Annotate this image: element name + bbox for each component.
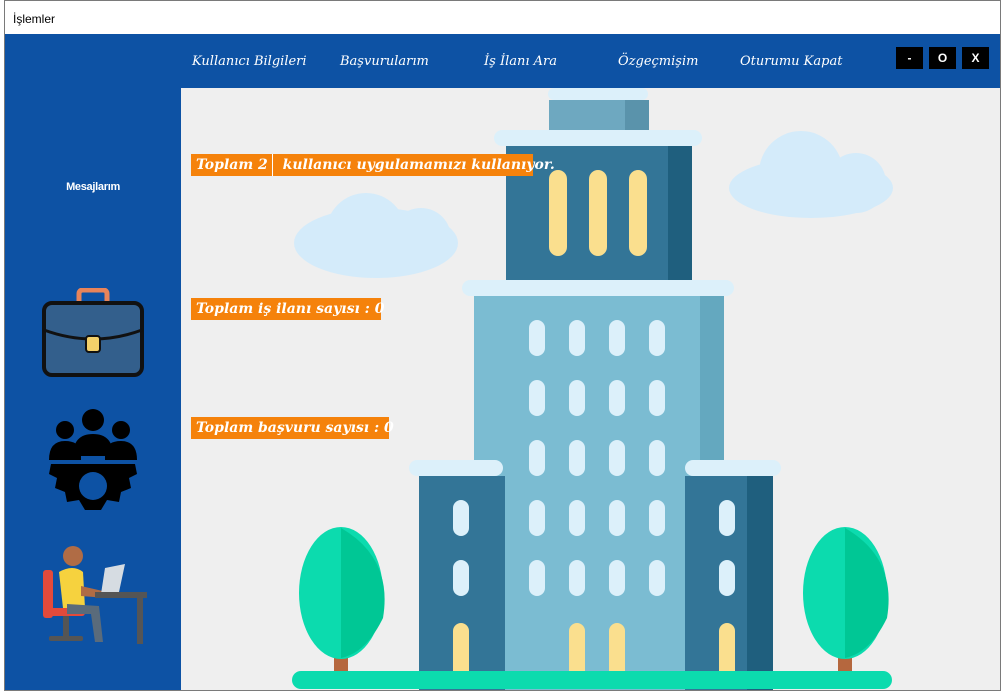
applications-count-stat: Toplam başvuru sayısı : 0 <box>191 417 394 439</box>
minimize-button[interactable]: - <box>896 47 923 69</box>
close-button[interactable]: X <box>962 47 989 69</box>
top-navigation: Kullanıcı Bilgileri Başvurularım İş İlan… <box>5 34 1000 88</box>
cloud-left <box>294 193 458 278</box>
person-at-desk-icon[interactable] <box>37 542 149 650</box>
nav-my-resume[interactable]: Özgeçmişim <box>618 54 698 69</box>
app-window: İşlemler Kullanıcı Bilgileri Başvuruları… <box>4 0 1001 691</box>
team-settings-icon[interactable] <box>43 408 143 512</box>
title-bar: İşlemler <box>5 1 1000 34</box>
users-count-prefix: Toplam 2 <box>191 154 273 176</box>
nav-logout[interactable]: Oturumu Kapat <box>740 54 842 69</box>
nav-job-search[interactable]: İş İlanı Ara <box>484 54 557 69</box>
window-title: İşlemler <box>13 12 56 26</box>
nav-my-applications[interactable]: Başvurularım <box>340 54 429 69</box>
maximize-button[interactable]: O <box>929 47 956 69</box>
messages-link[interactable]: Mesajlarım <box>5 181 181 193</box>
briefcase-icon[interactable] <box>41 288 145 380</box>
job-listings-count-stat: Toplam iş ilanı sayısı : 0 <box>191 298 384 320</box>
nav-user-info[interactable]: Kullanıcı Bilgileri <box>192 54 307 69</box>
main-content: Toplam 2 kullanıcı uygulamamızı kullanıy… <box>181 88 1000 690</box>
sidebar: Mesajlarım <box>5 88 181 690</box>
cloud-right <box>729 131 893 218</box>
city-building-illustration <box>292 88 893 690</box>
users-count-stat: Toplam 2 kullanıcı uygulamamızı kullanıy… <box>191 154 555 176</box>
users-count-suffix: kullanıcı uygulamamızı kullanıyor. <box>282 157 555 173</box>
